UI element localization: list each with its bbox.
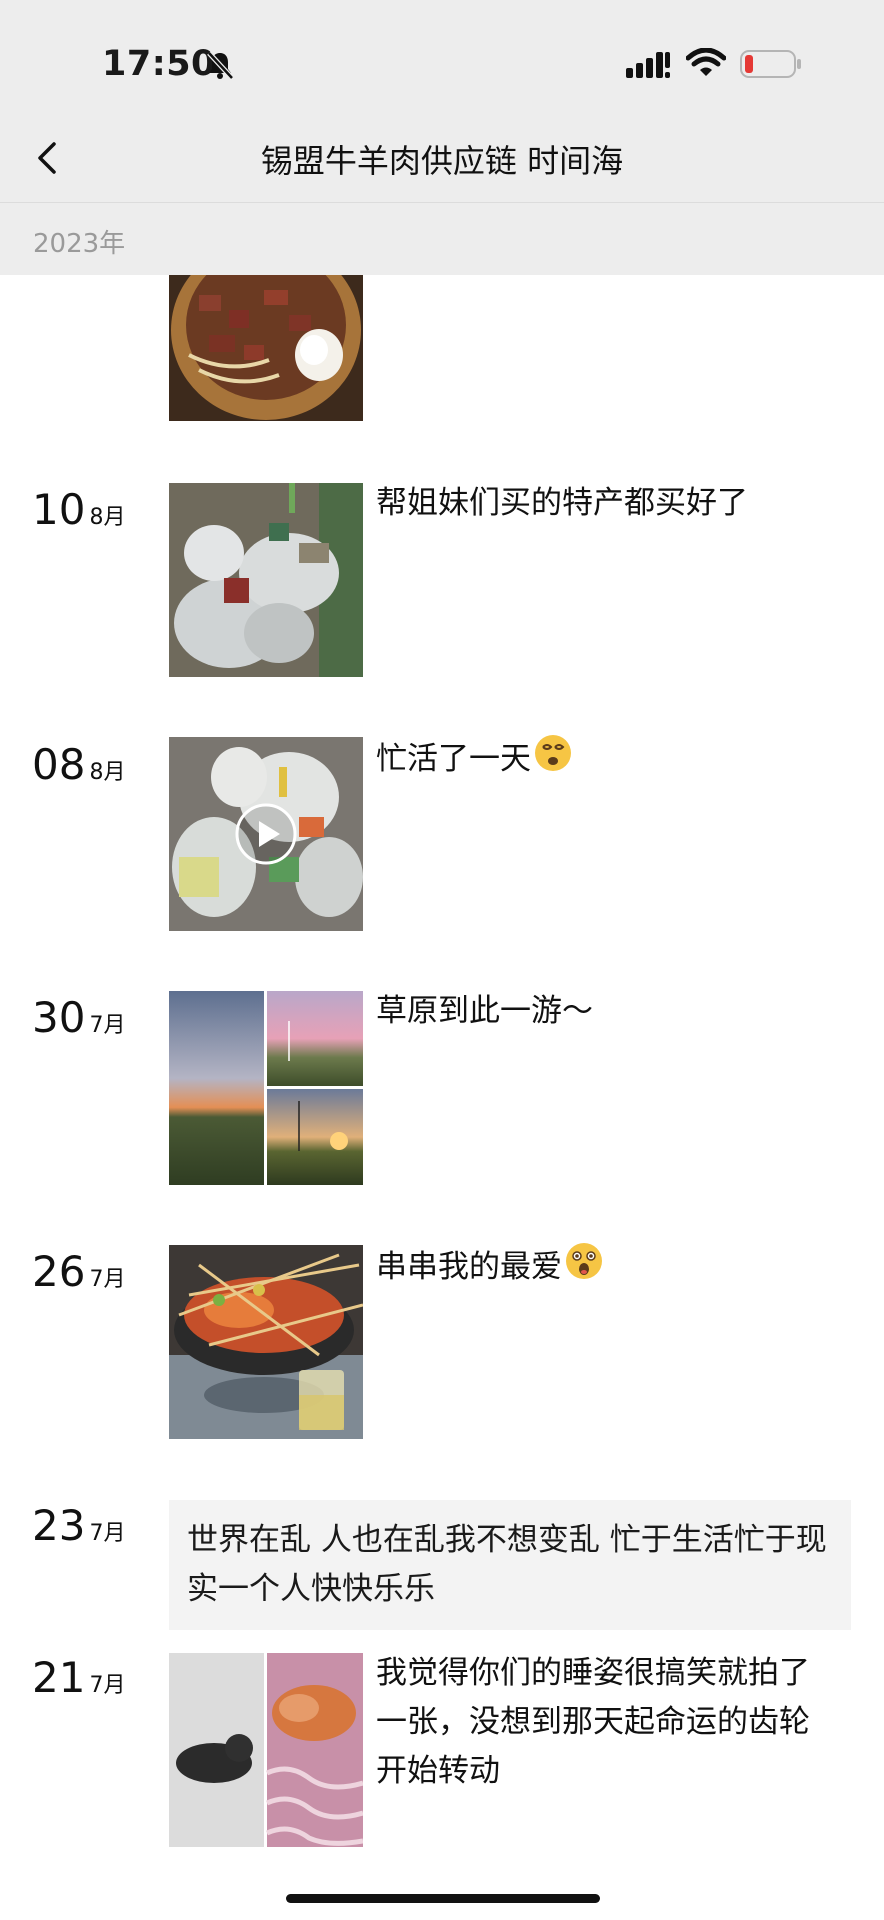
nav-bar: 锡盟牛羊肉供应链 时间海 [0, 120, 884, 203]
post-text: 忙活了一天 [376, 733, 846, 788]
post-text-content: 忙活了一天 [376, 741, 531, 777]
post-month: 7月 [89, 1521, 126, 1546]
post-date: 23 7月 [32, 1501, 125, 1550]
post-text: 我觉得你们的睡姿很搞笑就拍了一张，没想到那天起命运的齿轮开始转动 [376, 1655, 810, 1789]
home-indicator[interactable] [286, 1894, 600, 1903]
post-image-grassland[interactable] [169, 991, 363, 1185]
bell-slash-icon [206, 50, 234, 84]
post-day: 26 [32, 1247, 86, 1296]
post-date: 08 8月 [32, 740, 125, 789]
post-text: 帮姐妹们买的特产都买好了 [376, 485, 748, 521]
post-month: 8月 [89, 760, 126, 785]
post-date: 10 8月 [32, 485, 125, 534]
battery-icon [740, 50, 802, 82]
year-section-header: 2023年 [0, 203, 884, 275]
post-image-sleeping-pets[interactable] [169, 1653, 363, 1847]
post-image-bags[interactable] [169, 483, 363, 677]
post-day: 30 [32, 993, 86, 1042]
post-day: 10 [32, 485, 86, 534]
post-text: 草原到此一游～ [376, 993, 593, 1029]
post-image-beef-bowl[interactable] [169, 275, 363, 421]
post-month: 7月 [89, 1267, 126, 1292]
signal-icon [626, 52, 670, 82]
post-month: 7月 [89, 1013, 126, 1038]
status-bar: 17:50 [0, 0, 884, 120]
play-icon[interactable] [234, 802, 298, 866]
post-day: 08 [32, 740, 86, 789]
surprised-face-emoji [564, 1241, 604, 1296]
post-date: 26 7月 [32, 1247, 125, 1296]
post-image-skewers[interactable] [169, 1245, 363, 1439]
post-video-bags[interactable] [169, 737, 363, 931]
post-date: 30 7月 [32, 993, 125, 1042]
post-month: 8月 [89, 505, 126, 530]
timeline-list[interactable]: 10 8月 帮姐妹们买的特产都买好了 08 8月 忙活了一天 30 7月 草原到… [0, 275, 884, 1920]
post-text-box[interactable]: 世界在乱 人也在乱我不想变乱 忙于生活忙于现实一个人快快乐乐 [169, 1500, 851, 1630]
status-time: 17:50 [102, 44, 216, 84]
year-label: 2023年 [33, 229, 126, 259]
post-text-content: 串串我的最爱 [376, 1249, 562, 1285]
post-day: 23 [32, 1501, 86, 1550]
post-date: 21 7月 [32, 1653, 125, 1702]
post-month: 7月 [89, 1673, 126, 1698]
post-day: 21 [32, 1653, 86, 1702]
page-title: 锡盟牛羊肉供应链 时间海 [260, 142, 624, 180]
post-text: 串串我的最爱 [376, 1241, 846, 1296]
dizzy-face-emoji [533, 733, 573, 788]
wifi-icon [685, 47, 727, 82]
